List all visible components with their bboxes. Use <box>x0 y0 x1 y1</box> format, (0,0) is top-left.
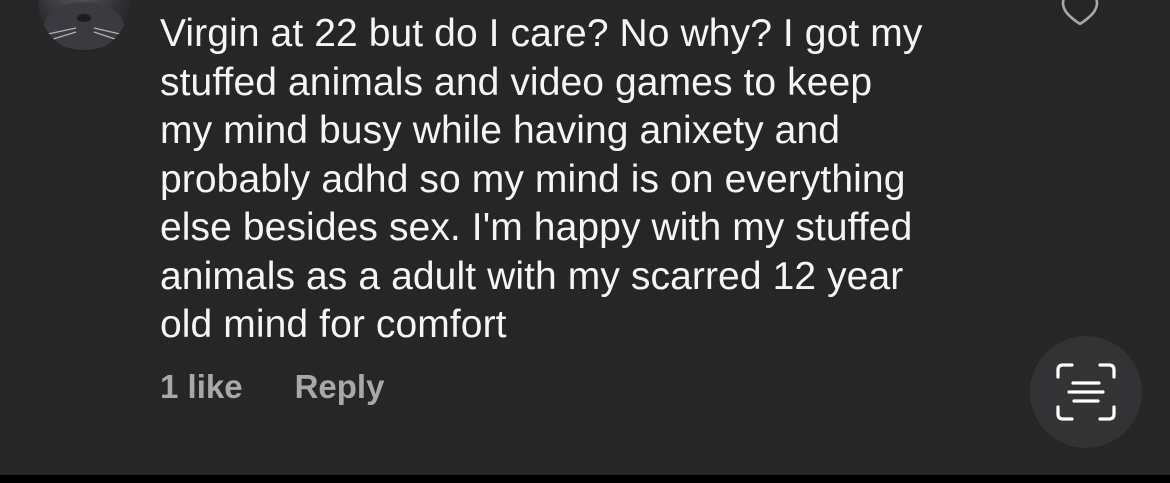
comment-actions: 1 like Reply <box>160 368 384 406</box>
comment-text: Virgin at 22 but do I care? No why? I go… <box>160 12 923 346</box>
scan-text-button[interactable] <box>1030 336 1142 448</box>
scan-text-icon <box>1056 363 1116 421</box>
user-avatar[interactable] <box>38 0 130 52</box>
heart-outline-icon <box>1061 0 1099 26</box>
reply-button[interactable]: Reply <box>295 368 385 406</box>
like-count[interactable]: 1 like <box>160 368 243 406</box>
like-button[interactable] <box>1058 0 1102 30</box>
cat-avatar-image <box>44 2 124 50</box>
comment-panel: Virgin at 22 but do I care? No why? I go… <box>0 0 1170 475</box>
